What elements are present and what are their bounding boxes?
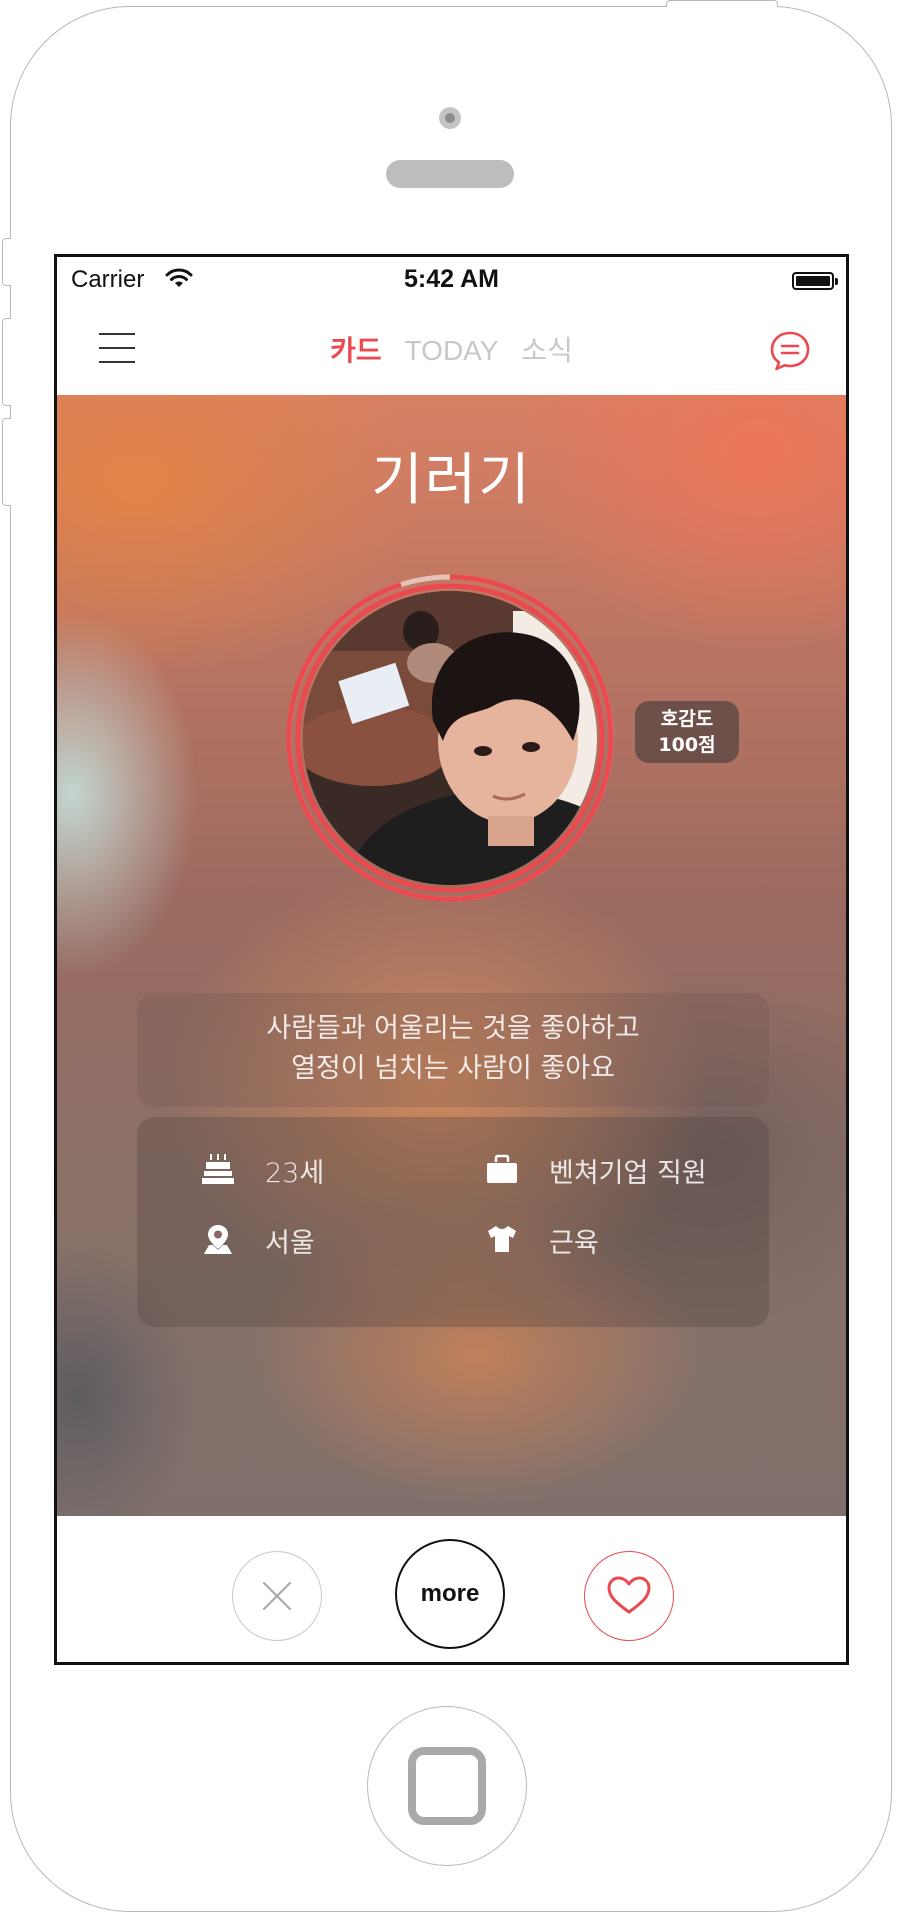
tab-news[interactable]: 소식 — [521, 329, 573, 369]
status-time: 5:42 AM — [404, 265, 499, 293]
action-bar: more — [57, 1516, 846, 1662]
bio-line-2: 열정이 넘치는 사람이 좋아요 — [291, 1053, 615, 1084]
info-body-type-text: 근육 — [549, 1228, 599, 1259]
app-screen: Carrier 5:42 AM 카드 TODAY 소식 기러기 호감도 100점… — [54, 254, 849, 1665]
cake-icon — [201, 1153, 235, 1185]
bio-card: 사람들과 어울리는 것을 좋아하고 열정이 넘치는 사람이 좋아요 — [137, 993, 769, 1107]
location-icon — [201, 1223, 235, 1255]
volume-down-button — [2, 418, 11, 506]
more-button[interactable]: more — [395, 1539, 505, 1649]
briefcase-icon — [485, 1153, 519, 1185]
info-age-text: 23세 — [265, 1158, 325, 1189]
battery-icon — [792, 272, 838, 290]
home-square-icon — [408, 1747, 486, 1825]
info-job-text: 벤쳐기업 직원 — [549, 1158, 707, 1189]
tab-today[interactable]: TODAY — [405, 335, 499, 367]
volume-up-button — [2, 318, 11, 406]
shirt-icon — [485, 1223, 519, 1255]
tab-bar: 카드 TODAY 소식 — [57, 329, 846, 369]
avatar-score-ring — [285, 573, 615, 903]
info-location-text: 서울 — [265, 1228, 315, 1259]
close-icon — [262, 1581, 292, 1611]
front-camera — [439, 107, 461, 129]
info-card: 23세 벤쳐기업 직원 서울 근육 — [137, 1117, 769, 1327]
profile-photo[interactable] — [303, 591, 597, 885]
profile-card-area[interactable]: 기러기 호감도 100점 사람들과 어울리는 것을 좋아하고 열정이 넘치는 사… — [57, 395, 846, 1516]
power-button — [666, 0, 778, 7]
top-nav-bar: 카드 TODAY 소식 — [57, 307, 846, 396]
pass-button[interactable] — [232, 1551, 322, 1641]
affinity-score-label: 호감도 — [660, 708, 714, 730]
affinity-score-value: 100점 — [658, 734, 716, 756]
heart-icon — [607, 1576, 651, 1614]
chat-icon[interactable] — [768, 329, 812, 373]
bio-line-1: 사람들과 어울리는 것을 좋아하고 — [266, 1013, 640, 1044]
home-button[interactable] — [367, 1706, 527, 1866]
like-button[interactable] — [584, 1551, 674, 1641]
affinity-score-badge: 호감도 100점 — [635, 701, 739, 763]
earpiece-speaker — [386, 160, 514, 188]
status-bar: Carrier 5:42 AM — [57, 257, 846, 307]
profile-name: 기러기 — [371, 448, 532, 513]
mute-switch — [2, 238, 11, 286]
tab-card[interactable]: 카드 — [330, 329, 382, 369]
